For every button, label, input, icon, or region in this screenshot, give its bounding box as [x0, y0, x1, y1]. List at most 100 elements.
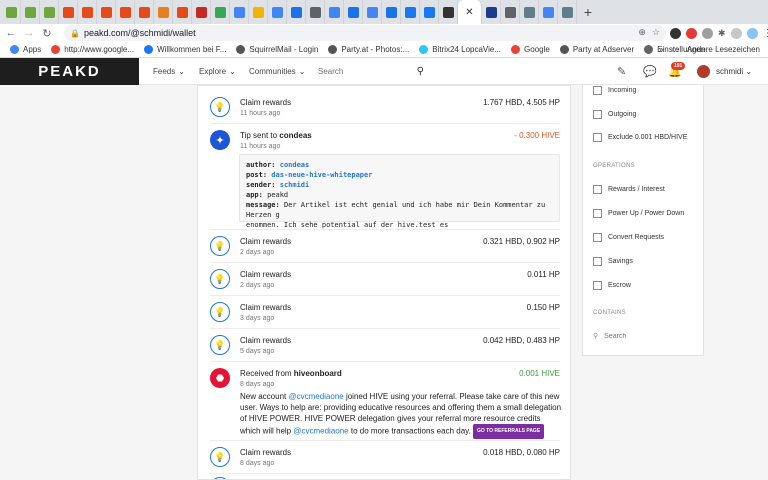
menu-explore[interactable]: Explore ⌄ [199, 58, 236, 85]
bookmark-item[interactable]: Google [511, 45, 550, 54]
checkbox[interactable] [593, 86, 602, 95]
chat-icon[interactable]: 💬 [643, 65, 657, 78]
filter-rewards[interactable]: Rewards / Interest [593, 185, 665, 194]
browser-tab[interactable] [135, 0, 154, 24]
filter-label: Convert Requests [608, 234, 665, 241]
extension-icon[interactable] [670, 27, 681, 39]
tip-recipient-link[interactable]: condeas [279, 131, 311, 140]
peakd-logo[interactable]: PEAKD [0, 58, 139, 85]
browser-tab[interactable] [116, 0, 135, 24]
browser-tab[interactable] [382, 0, 401, 24]
browser-tab[interactable] [482, 0, 501, 24]
back-icon[interactable]: ← [2, 24, 20, 42]
install-icon[interactable]: ⊕ [638, 27, 646, 38]
browser-tab[interactable] [211, 0, 230, 24]
puzzle-icon[interactable]: ✱ [718, 28, 726, 39]
search-icon[interactable]: ⚲ [417, 66, 424, 77]
browser-tab[interactable] [154, 0, 173, 24]
referrals-page-button[interactable]: GO TO REFERRALS PAGE [473, 424, 545, 439]
browser-tab[interactable] [173, 0, 192, 24]
extension-icon[interactable] [686, 27, 697, 39]
filter-outgoing[interactable]: Outgoing [593, 110, 636, 119]
browser-tab[interactable] [268, 0, 287, 24]
referral-user-link[interactable]: @cvcmediaone [293, 427, 348, 436]
close-icon[interactable]: ✕ [465, 7, 473, 18]
search-input[interactable] [318, 66, 408, 76]
bookmark-item[interactable]: Party.at - Photos:... [328, 45, 409, 54]
browser-tab[interactable] [192, 0, 211, 24]
filter-incoming[interactable]: Incoming [593, 86, 636, 95]
browser-tab[interactable] [40, 0, 59, 24]
browser-tab[interactable] [501, 0, 520, 24]
browser-tab[interactable] [2, 0, 21, 24]
browser-tab[interactable] [401, 0, 420, 24]
bookmark-item[interactable]: http://www.google... [51, 45, 134, 54]
checkbox[interactable] [593, 209, 602, 218]
bookmark-item[interactable]: Willkommen bei F... [144, 45, 226, 54]
referral-user-link[interactable]: @cvcmediaone [288, 392, 343, 401]
menu-communities[interactable]: Communities ⌄ [249, 58, 305, 85]
sender-link[interactable]: schmidi [280, 181, 310, 189]
browser-tab[interactable] [539, 0, 558, 24]
more-bookmarks-icon[interactable]: » [659, 45, 663, 54]
browser-tab[interactable] [21, 0, 40, 24]
pencil-icon[interactable]: ✎ [617, 65, 626, 78]
favicon-icon [523, 6, 535, 18]
browser-tab[interactable] [230, 0, 249, 24]
browser-tab[interactable] [520, 0, 539, 24]
browser-tab[interactable] [344, 0, 363, 24]
browser-tab[interactable] [325, 0, 344, 24]
checkbox[interactable] [593, 110, 602, 119]
filter-label: Incoming [608, 87, 637, 94]
username-menu[interactable]: schmidi ⌄ [716, 67, 752, 76]
filter-power[interactable]: Power Up / Power Down [593, 209, 684, 218]
forward-icon[interactable]: → [20, 24, 38, 42]
bookmark-item[interactable]: SquirrelMail - Login [236, 45, 318, 54]
browser-tab[interactable] [59, 0, 78, 24]
checkbox[interactable] [593, 281, 602, 290]
reload-icon[interactable]: ↻ [38, 24, 56, 42]
menu-dots-icon[interactable]: ⋮ [763, 28, 768, 39]
favicon-icon [385, 6, 397, 18]
sender-account-link[interactable]: hiveonboard [294, 369, 342, 378]
checkbox[interactable] [593, 233, 602, 242]
author-link[interactable]: condeas [280, 161, 310, 169]
lightbulb-icon: 💡 [210, 236, 230, 256]
bookmark-star-icon[interactable]: ☆ [652, 27, 660, 38]
new-tab-button[interactable]: + [577, 0, 599, 24]
browser-tab[interactable] [287, 0, 306, 24]
filter-savings[interactable]: Savings [593, 257, 633, 266]
browser-tab[interactable] [439, 0, 458, 24]
browser-tab[interactable] [558, 0, 577, 24]
transaction-amount: 0.018 HBD, 0.080 HP [483, 448, 560, 457]
checkbox[interactable] [593, 257, 602, 266]
media-icon[interactable] [730, 27, 742, 39]
filter-escrow[interactable]: Escrow [593, 281, 631, 290]
avatar[interactable] [697, 65, 710, 78]
detail-key: message: [246, 201, 280, 209]
browser-tab[interactable] [363, 0, 382, 24]
browser-tab-active[interactable]: ✕ [458, 0, 482, 24]
extension-icon[interactable] [702, 27, 713, 39]
contains-search-input[interactable] [604, 332, 685, 340]
filter-exclude-dust[interactable]: Exclude 0.001 HBD/HIVE [593, 133, 687, 142]
bookmark-item[interactable]: Bitrix24 LopcaVie... [419, 45, 501, 54]
browser-tab[interactable] [249, 0, 268, 24]
memo-text: to do more transactions each day. [348, 426, 473, 436]
address-bar[interactable]: 🔒 peakd.com/@schmidi/wallet ⊕ ☆ [64, 25, 666, 41]
notification-badge[interactable]: 191 [671, 62, 686, 70]
checkbox[interactable] [593, 133, 602, 142]
browser-tab[interactable] [420, 0, 439, 24]
browser-tab[interactable] [78, 0, 97, 24]
other-bookmarks[interactable]: Andere Lesezeichen [687, 45, 760, 54]
bookmark-item[interactable]: Apps [10, 45, 41, 54]
browser-tab[interactable] [306, 0, 325, 24]
detail-key: app: [246, 191, 263, 199]
checkbox[interactable] [593, 185, 602, 194]
post-link[interactable]: das-neue-hive-whitepaper [271, 171, 372, 179]
browser-tab[interactable] [97, 0, 116, 24]
filter-convert[interactable]: Convert Requests [593, 233, 664, 242]
menu-feeds[interactable]: Feeds ⌄ [153, 58, 185, 85]
bookmark-item[interactable]: Party at Adserver [559, 45, 634, 54]
profile-avatar[interactable] [746, 27, 758, 39]
